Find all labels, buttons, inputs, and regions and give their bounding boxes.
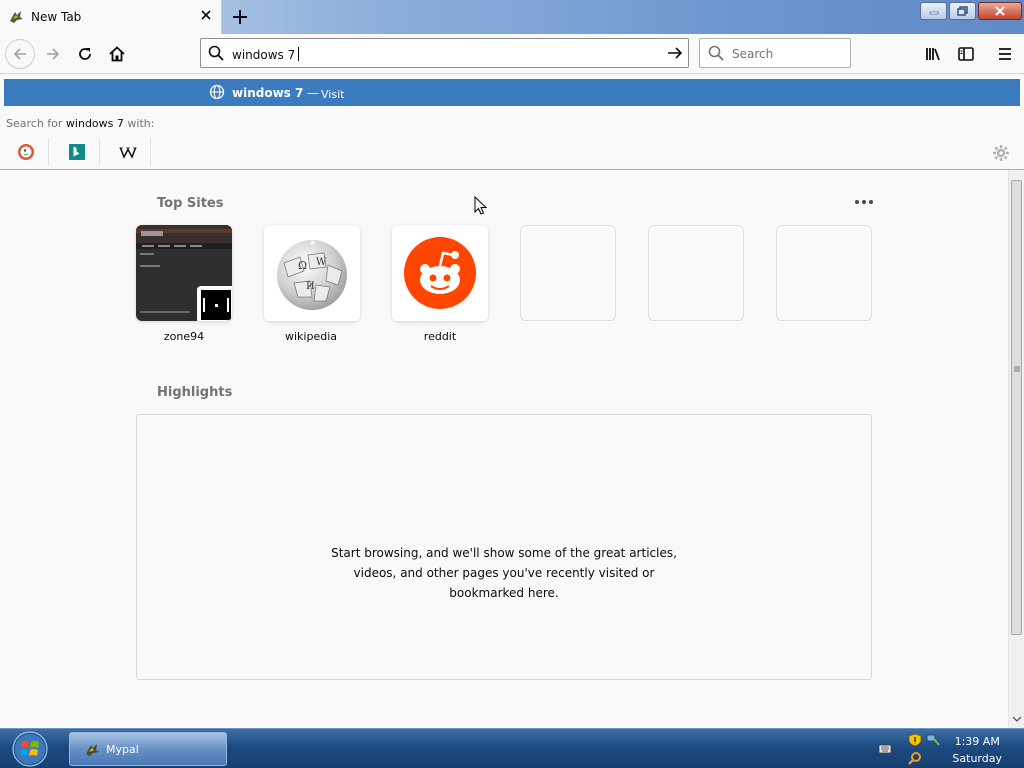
windows-taskbar: Mypal 1:39 AM Saturday	[0, 728, 1024, 768]
duckduckgo-engine-button[interactable]	[3, 138, 49, 166]
url-bar[interactable]: windows 7	[200, 38, 689, 68]
mypal-app-icon	[86, 744, 99, 756]
minimize-icon	[929, 11, 938, 15]
restore-button[interactable]	[949, 2, 976, 20]
search-placeholder: Search	[732, 47, 774, 61]
suggestion-text: windows 7	[232, 86, 304, 100]
top-site-tile-wikipedia[interactable]: Ω W И	[264, 225, 360, 321]
search-icon	[708, 45, 724, 61]
sidebar-icon	[958, 47, 974, 61]
zone94-favicon-icon	[197, 286, 232, 321]
bing-engine-button[interactable]	[54, 138, 100, 166]
close-window-icon	[995, 6, 1005, 16]
top-site-tile-zone94[interactable]	[136, 225, 232, 321]
tab-title: New Tab	[31, 10, 82, 24]
wikipedia-w-icon	[119, 147, 136, 159]
clock-day: Saturday	[952, 752, 1002, 765]
library-icon	[926, 48, 940, 61]
scrollbar-thumb[interactable]	[1011, 180, 1022, 635]
search-magnifier-tray-icon[interactable]	[908, 751, 922, 765]
highlights-empty-message: Start browsing, and we'll show some of t…	[331, 546, 677, 600]
sidebar-button[interactable]	[952, 40, 980, 68]
wikipedia-globe-icon: Ω W И	[264, 225, 360, 321]
top-site-tile-reddit[interactable]	[392, 225, 488, 321]
duckduckgo-icon	[17, 144, 34, 160]
back-button[interactable]	[5, 39, 35, 69]
go-arrow-icon[interactable]	[666, 44, 684, 62]
forward-arrow-icon	[47, 48, 60, 60]
wikipedia-engine-button[interactable]	[105, 138, 151, 166]
tab-new-tab[interactable]: New Tab	[0, 0, 222, 34]
security-shield-icon[interactable]	[908, 733, 922, 747]
top-sites-heading: Top Sites	[157, 196, 224, 211]
text-caret	[298, 47, 300, 61]
search-bar[interactable]: Search	[699, 38, 851, 68]
windows-start-orb-icon[interactable]	[8, 730, 52, 768]
search-engine-row	[0, 138, 1024, 166]
reload-icon	[79, 48, 91, 60]
back-arrow-icon	[13, 48, 26, 60]
top-site-label-reddit: reddit	[423, 330, 457, 343]
svg-text:W: W	[316, 257, 327, 268]
taskbar-item-mypal[interactable]: Mypal	[69, 732, 227, 766]
search-with-label: Search for windows 7 with:	[6, 117, 155, 130]
keyboard-icon[interactable]	[878, 743, 892, 755]
library-button[interactable]	[920, 40, 948, 68]
window-controls	[920, 2, 1022, 22]
top-site-placeholder	[776, 225, 872, 321]
minimize-button[interactable]	[920, 2, 947, 20]
svg-text:И: И	[306, 281, 315, 292]
vertical-scrollbar[interactable]	[1008, 170, 1024, 728]
url-input[interactable]: windows 7	[232, 47, 300, 62]
forward-button[interactable]	[38, 39, 68, 69]
restore-icon	[956, 6, 968, 16]
suggestion-dash: —	[307, 86, 319, 100]
new-tab-page: Top Sites zone94 Ω W И wikipedia reddit …	[0, 170, 1008, 728]
scroll-grip-icon	[1014, 366, 1020, 372]
highlights-heading: Highlights	[157, 385, 233, 400]
top-site-label-zone94: zone94	[163, 330, 205, 343]
search-settings-gear-icon[interactable]	[992, 144, 1010, 162]
suggestion-action: Visit	[321, 88, 345, 101]
url-suggestion-popup: windows 7 — Visit Search for windows 7 w…	[0, 74, 1024, 170]
hamburger-menu-icon	[999, 48, 1011, 60]
close-tab-icon[interactable]	[199, 8, 213, 22]
new-tab-plus-icon[interactable]	[230, 7, 250, 27]
highlights-empty-state: Start browsing, and we'll show some of t…	[136, 414, 872, 680]
home-button[interactable]	[102, 39, 132, 69]
more-options-icon[interactable]	[854, 198, 874, 206]
navigation-toolbar: windows 7 Search	[0, 34, 1024, 74]
home-icon	[109, 46, 125, 62]
clock-time: 1:39 AM	[954, 735, 1000, 748]
scroll-down-arrow-icon[interactable]	[1012, 715, 1022, 723]
mypal-favicon-icon	[10, 11, 23, 23]
suggestion-row-visit[interactable]: windows 7 — Visit	[4, 79, 1020, 106]
taskbar-clock[interactable]: 1:39 AM Saturday	[952, 733, 1002, 767]
menu-button[interactable]	[991, 40, 1019, 68]
network-icon[interactable]	[926, 733, 940, 747]
mouse-cursor-icon	[474, 196, 488, 215]
top-site-label-wikipedia: wikipedia	[284, 330, 337, 343]
top-site-placeholder	[648, 225, 744, 321]
reddit-alien-icon	[392, 225, 488, 321]
reload-button[interactable]	[70, 39, 100, 69]
close-window-button[interactable]	[978, 2, 1022, 20]
search-icon	[208, 45, 224, 61]
system-tray: 1:39 AM Saturday	[864, 729, 1024, 768]
svg-text:Ω: Ω	[298, 259, 307, 272]
tab-strip: New Tab	[0, 0, 1024, 34]
bing-icon	[68, 144, 85, 160]
globe-icon	[209, 84, 225, 100]
taskbar-item-label: Mypal	[106, 743, 139, 756]
top-site-placeholder	[520, 225, 616, 321]
